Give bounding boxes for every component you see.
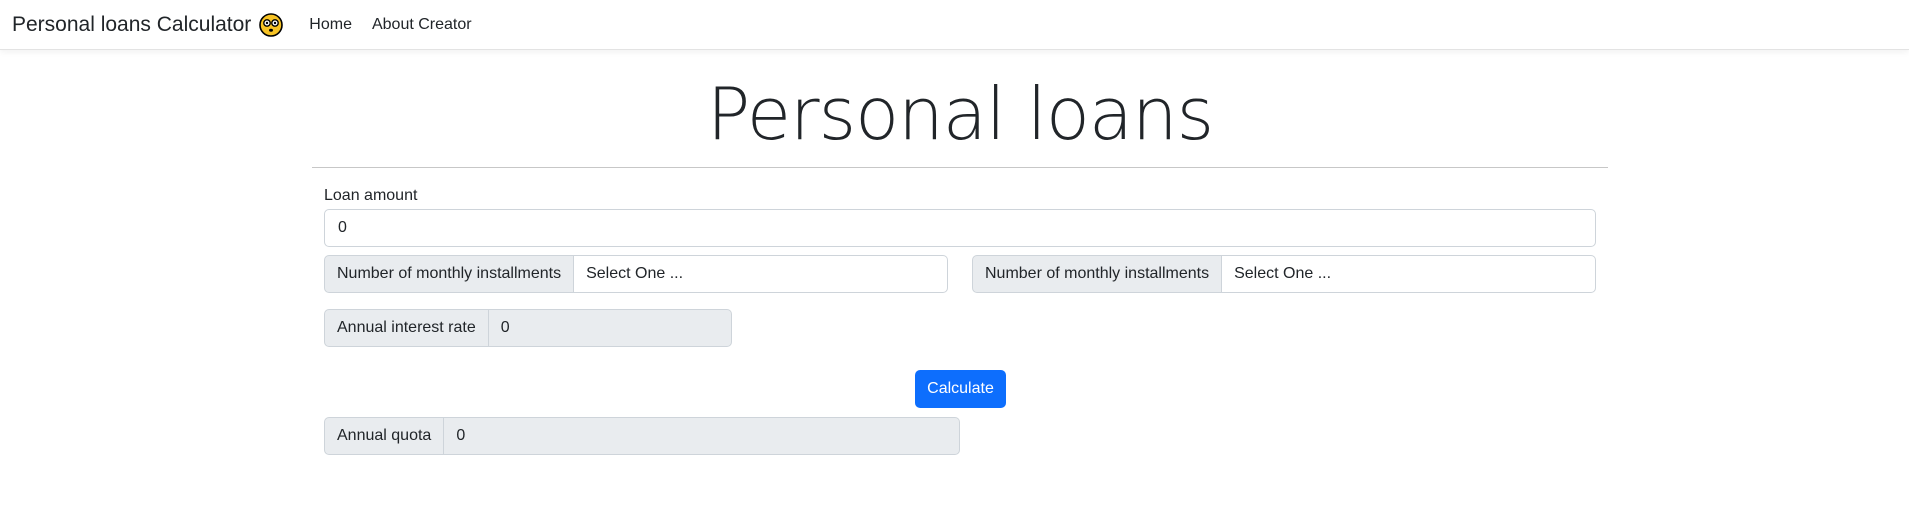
brand-name: Personal loans Calculator [12, 12, 252, 36]
nav-home-link[interactable]: Home [309, 16, 352, 34]
interest-rate-group: Annual interest rate 0 [324, 309, 732, 347]
installments-right-group: Number of monthly installments Select On… [972, 255, 1596, 293]
annual-quota-value: 0 [444, 417, 960, 455]
loan-amount-label: Loan amount [324, 187, 418, 204]
calculate-button[interactable]: Calculate [915, 370, 1006, 408]
title-divider [312, 167, 1608, 168]
top-navbar: Personal loans Calculator Home About Cre… [0, 0, 1909, 50]
installments-right-select[interactable]: Select One ... [1222, 255, 1596, 293]
installments-left-selected: Select One ... [586, 265, 684, 282]
annual-quota-label: Annual quota [324, 417, 445, 455]
interest-rate-label: Annual interest rate [324, 309, 489, 347]
loan-amount-input[interactable]: 0 [324, 209, 1596, 247]
installments-left-group: Number of monthly installments Select On… [324, 255, 948, 293]
installments-right-label: Number of monthly installments [972, 255, 1223, 293]
emoji-face-icon [259, 12, 284, 37]
installments-left-label: Number of monthly installments [324, 255, 575, 293]
brand-link[interactable]: Personal loans Calculator [12, 12, 284, 37]
chevron-down-icon [1573, 270, 1583, 280]
nav-about-creator-link[interactable]: About Creator [372, 16, 472, 34]
installments-right-selected: Select One ... [1234, 265, 1332, 282]
installments-left-select[interactable]: Select One ... [574, 255, 948, 293]
chevron-down-icon [925, 270, 935, 280]
page-title: Personal loans [706, 72, 1214, 156]
annual-quota-group: Annual quota 0 [324, 417, 960, 455]
interest-rate-value: 0 [488, 309, 732, 347]
